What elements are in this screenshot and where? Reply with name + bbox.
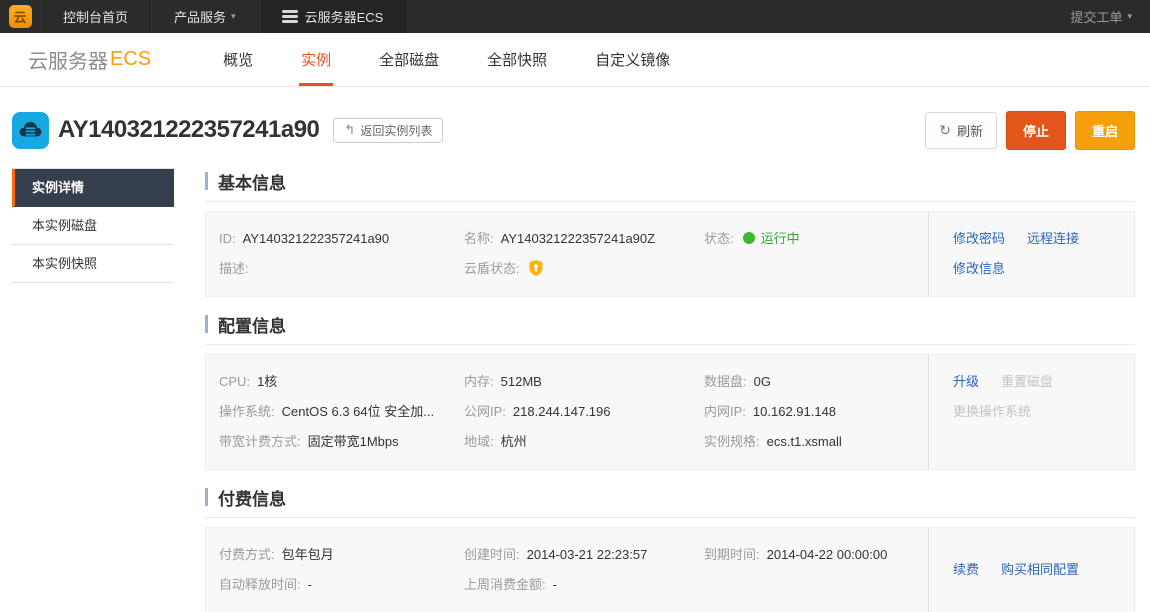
section-basic-info: 基本信息 ID: AY140321222357241a90 名称: AY140321…	[205, 168, 1135, 297]
config-info-panel: CPU: 1核 内存: 512MB 数据盘: 0G 操作系统: CentOS 6.3 6…	[205, 354, 1135, 470]
tab-bar: 概览 实例 全部磁盘 全部快照 自定义镜像	[199, 33, 694, 86]
field-name: 名称: AY140321222357241a90Z	[464, 231, 656, 246]
top-nav-bar: 云 控制台首页 产品服务 ▾ 云服务器ECS 提交工单 ▾	[0, 0, 1150, 33]
nav-console-home-label: 控制台首页	[63, 10, 129, 25]
field-cpu: CPU: 1核	[219, 374, 278, 389]
sidebar-item-instance-details[interactable]: 实例详情	[12, 169, 174, 207]
basic-info-actions: 修改密码 远程连接 修改信息	[928, 212, 1134, 296]
tab-overview[interactable]: 概览	[199, 33, 277, 86]
change-os-link: 更换操作系统	[953, 404, 1032, 419]
field-public-ip: 公网IP: 218.244.147.196	[464, 404, 611, 419]
aliyun-logo[interactable]: 云	[0, 0, 40, 33]
tab-all-snapshots[interactable]: 全部快照	[463, 33, 571, 86]
section-divider	[205, 517, 1135, 518]
tab-all-disks[interactable]: 全部磁盘	[355, 33, 463, 86]
chevron-down-icon: ▾	[1127, 11, 1132, 21]
restart-button[interactable]: 重启	[1074, 110, 1135, 150]
section-divider	[205, 201, 1135, 202]
tab-instances[interactable]: 实例	[277, 33, 355, 86]
heading-accent-bar	[205, 488, 208, 506]
field-instance-spec: 实例规格: ecs.t1.xsmall	[704, 434, 842, 449]
nav-products-menu[interactable]: 产品服务 ▾	[151, 0, 259, 33]
nav-current-product-ecs[interactable]: 云服务器ECS	[258, 0, 407, 33]
field-last-week-spend: 上周消费金额: -	[464, 577, 557, 592]
product-title-main: 云服务器	[28, 51, 108, 73]
nav-products-label: 产品服务	[174, 10, 227, 25]
submit-ticket-label: 提交工单	[1070, 10, 1123, 25]
field-expire-time: 到期时间: 2014-04-22 00:00:00	[704, 547, 888, 562]
modify-info-link[interactable]: 修改信息	[953, 254, 1005, 284]
config-info-heading: 配置信息	[205, 311, 1135, 337]
renew-link[interactable]: 续费	[953, 555, 979, 585]
server-stack-icon	[281, 10, 298, 23]
section-billing-info: 付费信息 付费方式: 包年包月 创建时间: 2014-03-21 22:23:57 …	[205, 484, 1135, 612]
submit-ticket-menu[interactable]: 提交工单 ▾	[1052, 0, 1150, 33]
status-running-dot	[742, 232, 755, 244]
refresh-icon: ↻	[939, 121, 951, 138]
field-private-ip: 内网IP: 10.162.91.148	[704, 404, 837, 419]
field-description: 描述:	[219, 261, 249, 276]
cloud-logo-icon: 云	[8, 5, 32, 28]
field-pay-type: 付费方式: 包年包月	[219, 547, 334, 562]
field-region: 地域: 杭州	[464, 434, 527, 449]
reset-disk-link: 重置磁盘	[1001, 374, 1054, 389]
billing-info-actions: 续费 购买相同配置	[928, 528, 1134, 612]
nav-ecs-label: 云服务器ECS	[304, 10, 384, 25]
remote-connect-link[interactable]: 远程连接	[1027, 224, 1079, 254]
status-text: 运行中	[760, 231, 800, 246]
empty-cell	[704, 570, 928, 600]
refresh-button[interactable]: ↻ 刷新	[925, 111, 997, 149]
basic-info-heading: 基本信息	[205, 168, 1135, 194]
sidebar-item-instance-snapshots[interactable]: 本实例快照	[12, 245, 174, 283]
tab-custom-images[interactable]: 自定义镜像	[571, 33, 694, 86]
basic-info-grid: ID: AY140321222357241a90 名称: AY14032122235…	[206, 212, 928, 296]
page-body: 实例详情 本实例磁盘 本实例快照 基本信息 ID: AY1403212223572…	[0, 168, 1150, 612]
instance-header: AY140321222357241a90 ↰ 返回实例列表 ↻ 刷新 停止 重启	[12, 110, 1135, 150]
heading-accent-bar	[205, 315, 208, 333]
cloud-shield-icon	[529, 260, 543, 276]
field-memory: 内存: 512MB	[464, 374, 542, 389]
change-password-link[interactable]: 修改密码	[953, 224, 1005, 254]
stop-button[interactable]: 停止	[1005, 110, 1066, 150]
field-created-time: 创建时间: 2014-03-21 22:23:57	[464, 547, 648, 562]
buy-same-config-link[interactable]: 购买相同配置	[1001, 555, 1079, 585]
instance-cloud-server-icon	[12, 111, 49, 149]
sidebar: 实例详情 本实例磁盘 本实例快照	[12, 168, 174, 283]
section-divider	[205, 344, 1135, 345]
field-bandwidth-billing: 带宽计费方式: 固定带宽1Mbps	[219, 434, 399, 449]
billing-info-grid: 付费方式: 包年包月 创建时间: 2014-03-21 22:23:57 到期时间:…	[206, 528, 928, 612]
return-arrow-icon: ↰	[344, 122, 356, 137]
config-info-grid: CPU: 1核 内存: 512MB 数据盘: 0G 操作系统: CentOS 6.3 6…	[206, 355, 928, 469]
product-header-bar: 云服务器 ECS 概览 实例 全部磁盘 全部快照 自定义镜像	[0, 33, 1150, 87]
field-id: ID: AY140321222357241a90	[219, 231, 390, 246]
nav-console-home[interactable]: 控制台首页	[40, 0, 152, 33]
config-info-actions: 升级 重置磁盘 更换操作系统	[928, 355, 1134, 469]
basic-info-panel: ID: AY140321222357241a90 名称: AY14032122235…	[205, 211, 1135, 297]
back-to-instance-list-button[interactable]: ↰ 返回实例列表	[333, 117, 444, 143]
field-status: 状态: 运行中	[704, 231, 800, 246]
heading-accent-bar	[205, 172, 208, 190]
empty-cell	[704, 254, 928, 284]
upgrade-link[interactable]: 升级	[953, 367, 979, 397]
field-auto-release-time: 自动释放时间: -	[219, 577, 312, 592]
section-config-info: 配置信息 CPU: 1核 内存: 512MB 数据盘: 0G 操作系统: CentOS …	[205, 311, 1135, 470]
field-data-disk: 数据盘: 0G	[704, 374, 771, 389]
main-content: 基本信息 ID: AY140321222357241a90 名称: AY140321…	[205, 168, 1135, 612]
billing-info-panel: 付费方式: 包年包月 创建时间: 2014-03-21 22:23:57 到期时间:…	[205, 527, 1135, 612]
product-title: 云服务器 ECS	[28, 33, 151, 86]
product-title-accent: ECS	[110, 48, 152, 70]
chevron-down-icon: ▾	[231, 11, 236, 21]
billing-info-heading: 付费信息	[205, 484, 1135, 510]
field-os: 操作系统: CentOS 6.3 64位 安全加...	[219, 404, 435, 419]
sidebar-item-instance-disks[interactable]: 本实例磁盘	[12, 207, 174, 245]
field-cloud-shield-status: 云盾状态:	[464, 254, 704, 284]
instance-title: AY140321222357241a90	[58, 116, 320, 143]
